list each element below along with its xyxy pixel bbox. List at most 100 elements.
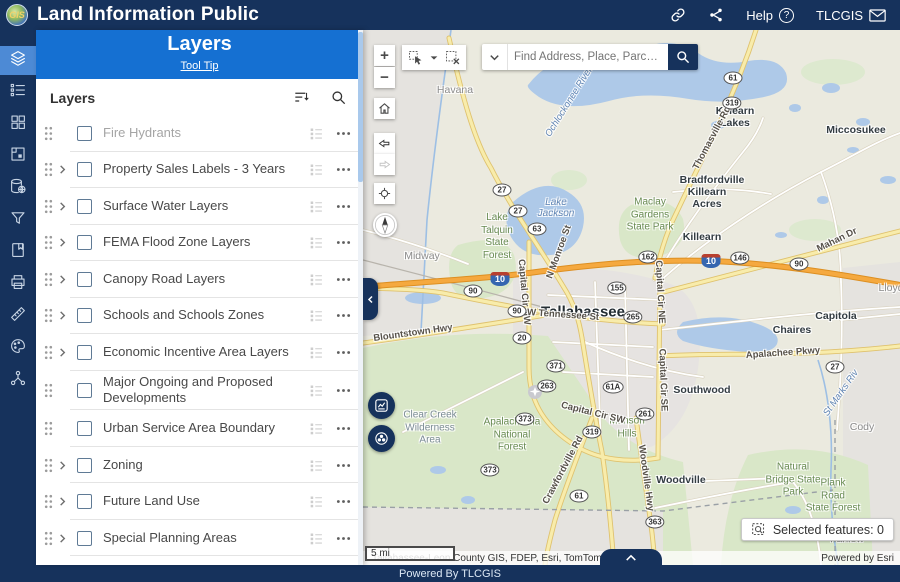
row-options-icon[interactable] <box>336 313 351 318</box>
sidebar-item-apps[interactable] <box>0 110 36 139</box>
compass-needle-icon <box>374 214 396 236</box>
share-icon[interactable] <box>708 7 724 23</box>
row-options-icon[interactable] <box>336 463 351 468</box>
next-extent-button[interactable] <box>374 154 395 175</box>
drag-handle-icon[interactable] <box>44 458 57 473</box>
zoom-in-button[interactable]: + <box>374 45 395 66</box>
layer-checkbox[interactable] <box>77 458 92 473</box>
layer-checkbox[interactable] <box>77 272 92 287</box>
legend-list-icon[interactable] <box>309 126 324 141</box>
expand-chevron-icon[interactable] <box>57 347 72 358</box>
row-options-icon[interactable] <box>336 131 351 136</box>
sidebar-item-basemap[interactable] <box>0 142 36 171</box>
help-button[interactable]: Help ? <box>746 8 794 23</box>
layer-row: Economic Incentive Area Layers <box>36 334 363 371</box>
screening-widget-button[interactable] <box>368 425 395 452</box>
selected-features-badge: Selected features: 0 <box>741 518 894 541</box>
expand-chevron-icon[interactable] <box>57 201 72 212</box>
layer-checkbox[interactable] <box>77 126 92 141</box>
layer-checkbox[interactable] <box>77 383 92 398</box>
row-options-icon[interactable] <box>336 240 351 245</box>
sidebar-item-draw[interactable] <box>0 334 36 363</box>
selection-dropdown-caret-icon[interactable] <box>429 53 439 63</box>
link-icon[interactable] <box>670 7 686 23</box>
layer-checkbox[interactable] <box>77 235 92 250</box>
layer-checkbox[interactable] <box>77 199 92 214</box>
drag-handle-icon[interactable] <box>44 494 57 509</box>
legend-list-icon[interactable] <box>309 345 324 360</box>
sidebar-item-data[interactable] <box>0 174 36 203</box>
sidebar-item-analysis[interactable] <box>0 366 36 395</box>
sort-filter-icon[interactable] <box>293 89 310 106</box>
bottom-panel-tab[interactable] <box>600 549 662 565</box>
layer-checkbox[interactable] <box>77 494 92 509</box>
layer-checkbox[interactable] <box>77 345 92 360</box>
clear-selection-icon[interactable] <box>444 49 461 66</box>
locate-button[interactable] <box>374 183 395 204</box>
drag-handle-icon[interactable] <box>44 235 57 250</box>
expand-chevron-icon[interactable] <box>57 460 72 471</box>
header-actions: Help ? TLCGIS <box>670 7 886 23</box>
legend-list-icon[interactable] <box>309 383 324 398</box>
row-options-icon[interactable] <box>336 350 351 355</box>
sidebar-item-print[interactable] <box>0 270 36 299</box>
sidebar-item-measure[interactable] <box>0 302 36 331</box>
legend-list-icon[interactable] <box>309 235 324 250</box>
compass-button[interactable] <box>373 213 397 237</box>
tool-tip-link[interactable]: Tool Tip <box>181 60 219 72</box>
drag-handle-icon[interactable] <box>44 308 57 323</box>
sidebar-item-legend[interactable] <box>0 78 36 107</box>
legend-list-icon[interactable] <box>309 162 324 177</box>
row-options-icon[interactable] <box>336 499 351 504</box>
legend-list-icon[interactable] <box>309 531 324 546</box>
row-options-icon[interactable] <box>336 426 351 431</box>
row-options-icon[interactable] <box>336 204 351 209</box>
layer-checkbox[interactable] <box>77 162 92 177</box>
select-by-rectangle-icon[interactable] <box>407 49 424 66</box>
expand-chevron-icon[interactable] <box>57 533 72 544</box>
expand-chevron-icon[interactable] <box>57 310 72 321</box>
row-options-icon[interactable] <box>336 536 351 541</box>
legend-list-icon[interactable] <box>309 308 324 323</box>
layer-checkbox[interactable] <box>77 421 92 436</box>
drag-handle-icon[interactable] <box>44 199 57 214</box>
panel-collapse-tab[interactable] <box>363 278 378 320</box>
home-button[interactable] <box>374 98 395 119</box>
arrow-right-icon <box>377 157 392 172</box>
map-view[interactable]: HavanaKillearn LakesMiccosukeeBradfordvi… <box>363 30 900 565</box>
row-options-icon[interactable] <box>336 277 351 282</box>
search-input[interactable] <box>508 44 668 70</box>
drag-handle-icon[interactable] <box>44 345 57 360</box>
drag-handle-icon[interactable] <box>44 383 57 398</box>
zoom-out-button[interactable]: − <box>374 67 395 88</box>
drag-handle-icon[interactable] <box>44 162 57 177</box>
sidebar-item-filter[interactable] <box>0 206 36 235</box>
legend-list-icon[interactable] <box>309 458 324 473</box>
legend-list-icon[interactable] <box>309 421 324 436</box>
drag-handle-icon[interactable] <box>44 272 57 287</box>
layer-checkbox[interactable] <box>77 308 92 323</box>
expand-chevron-icon[interactable] <box>57 274 72 285</box>
search-submit-button[interactable] <box>668 44 698 70</box>
layer-checkbox[interactable] <box>77 531 92 546</box>
drag-handle-icon[interactable] <box>44 531 57 546</box>
search-source-dropdown[interactable] <box>482 44 508 70</box>
basemap-icon <box>9 145 27 168</box>
legend-list-icon[interactable] <box>309 272 324 287</box>
sidebar-item-bookmark[interactable] <box>0 238 36 267</box>
row-options-icon[interactable] <box>336 167 351 172</box>
layer-row: Major Ongoing and Proposed Developments <box>36 371 363 411</box>
legend-list-icon[interactable] <box>309 199 324 214</box>
legend-list-icon[interactable] <box>309 494 324 509</box>
sidebar-item-layers[interactable] <box>0 46 36 75</box>
expand-chevron-icon[interactable] <box>57 496 72 507</box>
previous-extent-button[interactable] <box>374 133 395 154</box>
drag-handle-icon[interactable] <box>44 126 57 141</box>
expand-chevron-icon[interactable] <box>57 237 72 248</box>
contact-button[interactable]: TLCGIS <box>816 8 886 23</box>
search-icon[interactable] <box>330 89 347 106</box>
chart-widget-button[interactable] <box>368 392 395 419</box>
row-options-icon[interactable] <box>336 388 351 393</box>
expand-chevron-icon[interactable] <box>57 164 72 175</box>
drag-handle-icon[interactable] <box>44 421 57 436</box>
